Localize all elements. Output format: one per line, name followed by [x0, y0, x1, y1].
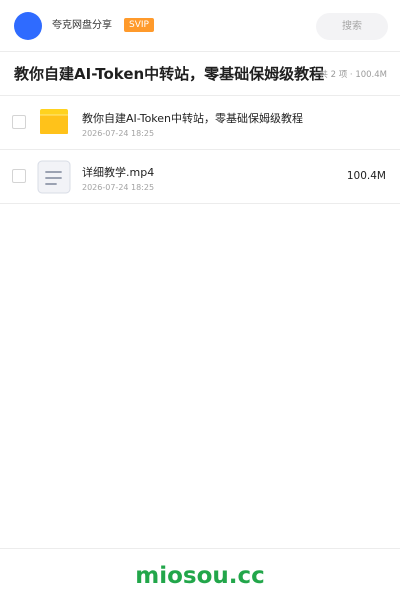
page-title: 教你自建AI-Token中转站，零基础保姆级教程	[14, 65, 325, 83]
folder-icon	[40, 109, 68, 134]
site-brand-link[interactable]: miosou.cc	[0, 562, 400, 590]
sharer-name: 夸克网盘分享	[52, 20, 112, 31]
svip-badge: SVIP	[124, 18, 154, 32]
file-name[interactable]: 教你自建AI-Token中转站，零基础保姆级教程	[82, 112, 303, 126]
search-input[interactable]: 搜索	[316, 13, 388, 40]
avatar[interactable]	[14, 12, 42, 40]
file-date: 2026-07-24 18:25	[82, 129, 155, 138]
file-size: 100.4M	[346, 170, 386, 182]
app-header: 夸克网盘分享 SVIP 搜索	[0, 0, 400, 52]
select-checkbox[interactable]	[12, 115, 26, 129]
document-icon	[37, 160, 71, 194]
file-list-item[interactable]: 详细教学.mp4 2026-07-24 18:25 100.4M	[0, 150, 400, 204]
file-name[interactable]: 详细教学.mp4	[82, 166, 154, 180]
share-title-row: 教你自建AI-Token中转站，零基础保姆级教程 共 2 项 · 100.4M	[0, 52, 400, 96]
site-footer: miosou.cc	[0, 548, 400, 600]
select-checkbox[interactable]	[12, 169, 26, 183]
file-list-item[interactable]: 教你自建AI-Token中转站，零基础保姆级教程 2026-07-24 18:2…	[0, 96, 400, 150]
item-count-summary: 共 2 项 · 100.4M	[319, 70, 387, 80]
file-date: 2026-07-24 18:25	[82, 183, 155, 192]
